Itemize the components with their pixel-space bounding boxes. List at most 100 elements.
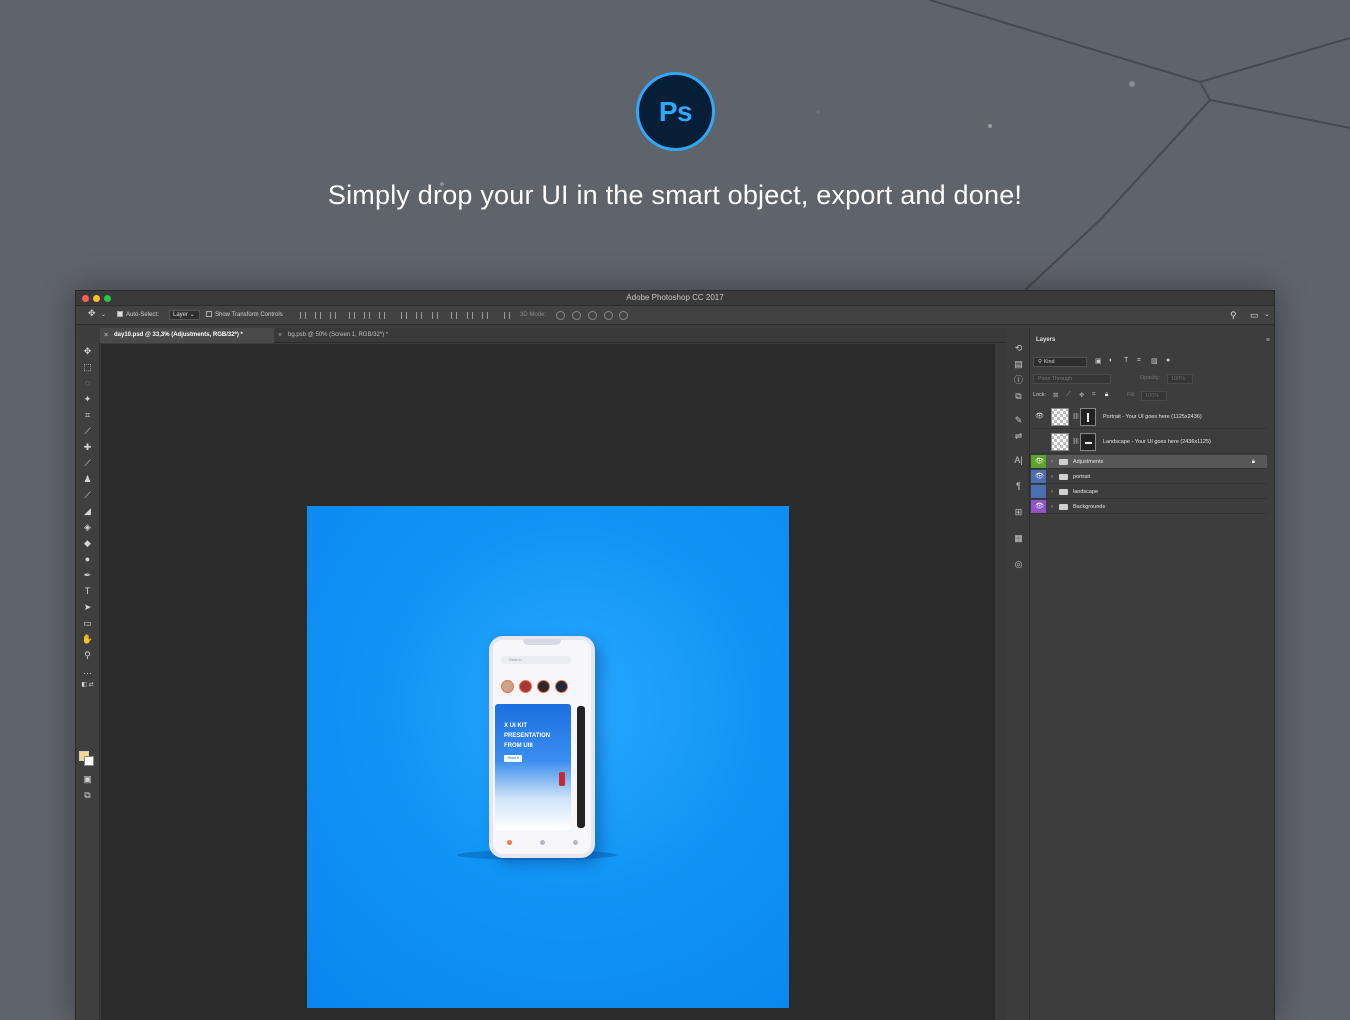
panel-menu-icon[interactable]: ≡ — [1266, 337, 1270, 344]
channels-icon[interactable]: ◎ — [1012, 558, 1025, 571]
eyedropper-tool-icon[interactable]: ⟋ — [81, 425, 94, 438]
healing-brush-tool-icon[interactable]: ✚ — [81, 441, 94, 454]
screen-mode-icon[interactable]: ⧉ — [81, 789, 94, 802]
eraser-tool-icon[interactable]: ◢ — [81, 505, 94, 518]
distribute-top-icon[interactable] — [401, 312, 407, 319]
blend-mode-dropdown[interactable]: Pass Through — [1033, 374, 1111, 384]
fill-field[interactable]: 100% — [1141, 391, 1167, 401]
shape-filter-icon[interactable]: ⌗ — [1137, 357, 1141, 365]
chevron-right-icon[interactable]: › — [1051, 455, 1053, 469]
gradient-tool-icon[interactable]: ◈ — [81, 521, 94, 534]
visibility-eye-icon[interactable] — [1032, 485, 1047, 498]
close-icon[interactable]: × — [104, 328, 108, 343]
history-brush-tool-icon[interactable]: ⟋ — [81, 489, 94, 502]
visibility-eye-icon[interactable]: 👁︎ — [1032, 470, 1047, 483]
visibility-eye-icon[interactable]: 👁︎ — [1032, 500, 1047, 513]
auto-align-icon[interactable] — [504, 312, 510, 319]
filter-toggle-icon[interactable]: ● — [1166, 357, 1170, 364]
layer-mask-thumbnail[interactable] — [1080, 433, 1096, 451]
smart-object-filter-icon[interactable]: ▨ — [1151, 357, 1158, 365]
zoom-tool-icon[interactable]: ⚲ — [81, 649, 94, 662]
marquee-tool-icon[interactable]: ⬚ — [81, 361, 94, 374]
lasso-tool-icon[interactable]: ◌ — [81, 377, 94, 390]
info-icon[interactable]: ⓘ — [1012, 374, 1025, 387]
tab-bg[interactable]: × bg.psb @ 50% (Screen 1, RGB/32*) * — [274, 328, 424, 343]
crop-tool-icon[interactable]: ⌗ — [81, 409, 94, 422]
lock-transparent-icon[interactable]: ⊠ — [1053, 391, 1058, 399]
tab-day10[interactable]: × day10.psd @ 33,3% (Adjustments, RGB/32… — [100, 328, 274, 343]
brush-tool-icon[interactable]: ⟋ — [81, 457, 94, 470]
history-icon[interactable]: ⟲ — [1012, 342, 1025, 355]
default-colors-icon[interactable]: ◧ ⇄ — [81, 679, 94, 692]
distribute-left-icon[interactable] — [451, 312, 457, 319]
actions-icon[interactable]: ▤ — [1012, 358, 1025, 371]
align-horizontal-center-icon[interactable] — [364, 312, 370, 319]
layer-row-backgrounds[interactable]: 👁︎ › Backgrounds — [1031, 500, 1267, 514]
3d-pan-icon[interactable] — [588, 311, 597, 320]
align-vertical-center-icon[interactable] — [315, 312, 321, 319]
opacity-field[interactable]: 100% — [1167, 374, 1193, 384]
align-left-icon[interactable] — [349, 312, 355, 319]
distribute-right-icon[interactable] — [482, 312, 488, 319]
lock-position-icon[interactable]: ✥ — [1079, 391, 1084, 399]
adjustment-filter-icon[interactable]: ◐ — [1109, 357, 1113, 364]
canvas-scrollbar[interactable] — [994, 344, 1006, 1020]
3d-roll-icon[interactable] — [572, 311, 581, 320]
show-transform-checkbox[interactable]: Show Transform Controls — [206, 310, 283, 321]
move-tool-icon[interactable]: ✥ — [88, 308, 96, 319]
background-color-swatch[interactable] — [84, 756, 94, 766]
distribute-center-icon[interactable] — [416, 312, 422, 319]
visibility-eye-icon[interactable]: 👁︎ — [1032, 455, 1047, 468]
properties-icon[interactable]: ⧉ — [1012, 390, 1025, 403]
link-icon[interactable]: ⛓︎ — [1072, 413, 1080, 420]
align-top-icon[interactable] — [300, 312, 306, 319]
brushes-icon[interactable]: ✎ — [1012, 414, 1025, 427]
more-tools-icon[interactable]: … — [81, 665, 94, 678]
layer-row-landscape-group[interactable]: › landscape — [1031, 485, 1267, 499]
type-tool-icon[interactable]: T — [81, 585, 94, 598]
chevron-right-icon[interactable]: › — [1051, 485, 1053, 499]
chevron-right-icon[interactable]: › — [1051, 470, 1053, 484]
distribute-horizontal-icon[interactable] — [467, 312, 473, 319]
visibility-eye-icon[interactable]: 👁︎ — [1032, 405, 1047, 428]
pen-tool-icon[interactable]: ✒ — [81, 569, 94, 582]
3d-slide-icon[interactable] — [604, 311, 613, 320]
character-icon[interactable]: A| — [1012, 454, 1025, 467]
link-icon[interactable]: ⛓︎ — [1072, 438, 1080, 445]
align-right-icon[interactable] — [379, 312, 385, 319]
document-canvas[interactable]: Search X UI KIT PRESENTATION FROM UI8 Re… — [307, 506, 789, 1008]
layer-row-landscape-smart[interactable]: ⛓︎ Landscape - Your UI goes here (2436x1… — [1031, 430, 1267, 454]
visibility-eye-icon[interactable] — [1032, 430, 1047, 453]
adjustments-icon[interactable]: ⇌ — [1012, 430, 1025, 443]
lock-artboard-icon[interactable]: ⌗ — [1092, 391, 1096, 399]
dodge-tool-icon[interactable]: ● — [81, 553, 94, 566]
clone-stamp-tool-icon[interactable]: ♟ — [81, 473, 94, 486]
glyphs-icon[interactable]: ⊞ — [1012, 506, 1025, 519]
auto-select-checkbox[interactable]: Auto-Select: — [117, 310, 159, 321]
type-filter-icon[interactable]: T — [1124, 357, 1128, 364]
3d-scale-icon[interactable] — [619, 311, 628, 320]
auto-select-dropdown[interactable]: Layer ⌄ — [169, 310, 200, 320]
layers-tab[interactable]: Layers — [1036, 337, 1055, 343]
magic-wand-tool-icon[interactable]: ✦ — [81, 393, 94, 406]
paragraph-icon[interactable]: ¶ — [1012, 480, 1025, 493]
chevron-right-icon[interactable]: › — [1051, 500, 1053, 514]
layer-row-adjustments[interactable]: 👁︎ › Adjustments 🔒︎ — [1031, 455, 1267, 469]
chevron-down-icon[interactable]: ⌄ — [101, 310, 106, 321]
distribute-bottom-icon[interactable] — [432, 312, 438, 319]
3d-orbit-icon[interactable] — [556, 311, 565, 320]
quick-mask-icon[interactable]: ▣ — [81, 773, 94, 786]
lock-pixels-icon[interactable]: ⟋ — [1066, 391, 1071, 399]
layer-row-portrait-group[interactable]: 👁︎ › portrait — [1031, 470, 1267, 484]
layer-row-portrait-smart[interactable]: 👁︎ ⛓︎ Portrait - Your UI goes here (1125… — [1031, 405, 1267, 429]
align-bottom-icon[interactable] — [330, 312, 336, 319]
layer-mask-thumbnail[interactable] — [1080, 408, 1096, 426]
filter-kind-dropdown[interactable]: ⚲ Kind — [1033, 357, 1087, 367]
pixel-filter-icon[interactable]: ▣ — [1095, 357, 1102, 365]
rectangle-tool-icon[interactable]: ▭ — [81, 617, 94, 630]
hand-tool-icon[interactable]: ✋ — [81, 633, 94, 646]
chevron-down-icon[interactable]: ⌄ — [1264, 310, 1270, 318]
blur-tool-icon[interactable]: ◆ — [81, 537, 94, 550]
workspace-icon[interactable]: ▭ — [1250, 310, 1259, 321]
move-tool-icon[interactable]: ✥ — [81, 345, 94, 358]
